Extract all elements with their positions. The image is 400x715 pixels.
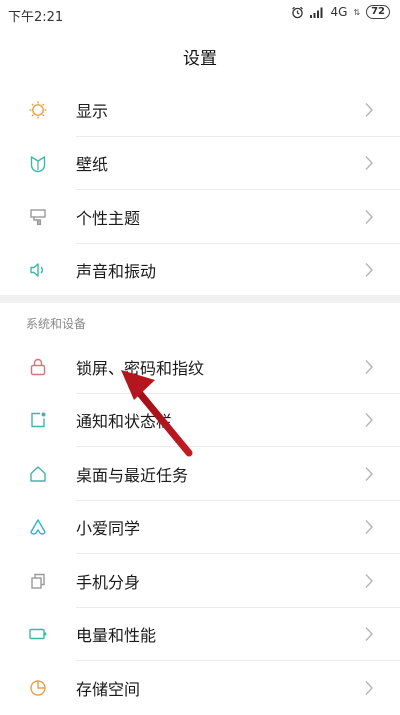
network-activity-icon: ⇅ (353, 7, 361, 17)
chevron-right-icon (365, 209, 373, 224)
home-icon (28, 464, 48, 484)
alarm-icon (291, 6, 304, 19)
network-label: 4G (330, 5, 348, 19)
battery-icon (28, 624, 48, 644)
settings-item-label: 壁纸 (76, 155, 109, 175)
battery-indicator: 72 (366, 5, 390, 19)
xiaoai-icon (28, 517, 48, 537)
page-title: 设置 (183, 49, 217, 69)
section-header: 系统和设备 (26, 317, 87, 331)
chevron-right-icon (365, 520, 373, 535)
signal-icon (310, 7, 324, 18)
brightness-icon (28, 100, 48, 120)
settings-item-label: 电量和性能 (76, 626, 157, 646)
status-bar: 下午2:21 4G ⇅ 72 (0, 0, 400, 28)
lock-icon (28, 357, 48, 377)
settings-item-label: 存储空间 (76, 679, 141, 699)
storage-icon (28, 678, 48, 698)
wallpaper-icon (28, 153, 48, 173)
chevron-right-icon (365, 359, 373, 374)
chevron-right-icon (365, 102, 373, 117)
sound-icon (28, 260, 48, 280)
settings-list-system: 锁屏、密码和指纹 通知和状态栏 桌面与最近任务 小爱同学 手机分身 电量和性能 … (0, 340, 400, 715)
section-divider (0, 295, 400, 303)
settings-item-label: 个性主题 (76, 208, 141, 228)
settings-item-wallpaper[interactable]: 壁纸 (0, 137, 400, 190)
chevron-right-icon (365, 156, 373, 171)
settings-item-lockscreen[interactable]: 锁屏、密码和指纹 (0, 340, 400, 394)
status-time: 下午2:21 (8, 10, 64, 25)
settings-item-label: 手机分身 (76, 572, 141, 592)
theme-icon (28, 207, 48, 227)
chevron-right-icon (365, 573, 373, 588)
settings-item-home-screen[interactable]: 桌面与最近任务 (0, 447, 400, 501)
chevron-right-icon (365, 263, 373, 278)
settings-item-label: 锁屏、密码和指纹 (76, 358, 205, 378)
settings-item-xiaoai[interactable]: 小爱同学 (0, 501, 400, 554)
notification-icon (28, 410, 48, 430)
settings-item-battery[interactable]: 电量和性能 (0, 608, 400, 661)
status-icons: 4G ⇅ 72 (291, 5, 390, 19)
settings-item-theme[interactable]: 个性主题 (0, 190, 400, 244)
chevron-right-icon (365, 413, 373, 428)
settings-item-sound[interactable]: 声音和振动 (0, 244, 400, 298)
settings-list-display: 显示 壁纸 个性主题 声音和振动 (0, 83, 400, 297)
dual-space-icon (28, 571, 48, 591)
settings-item-label: 通知和状态栏 (76, 412, 173, 432)
chevron-right-icon (365, 680, 373, 695)
settings-item-storage[interactable]: 存储空间 (0, 661, 400, 715)
settings-item-display[interactable]: 显示 (0, 83, 400, 137)
settings-item-label: 声音和振动 (76, 262, 157, 282)
settings-item-label: 桌面与最近任务 (76, 465, 189, 485)
chevron-right-icon (365, 466, 373, 481)
chevron-right-icon (365, 627, 373, 642)
settings-item-notifications[interactable]: 通知和状态栏 (0, 394, 400, 447)
settings-item-dual-space[interactable]: 手机分身 (0, 554, 400, 608)
settings-item-label: 显示 (76, 101, 109, 121)
settings-item-label: 小爱同学 (76, 519, 141, 539)
